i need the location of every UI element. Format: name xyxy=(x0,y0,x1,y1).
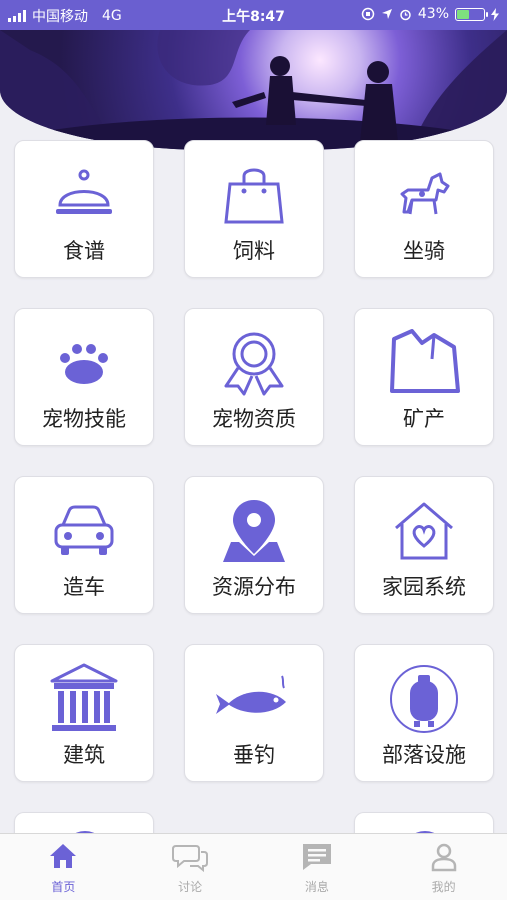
grid-card-label: 资源分布 xyxy=(212,575,296,599)
grid-card-label: 矿产 xyxy=(403,407,445,431)
tab-home[interactable]: 首页 xyxy=(0,834,127,900)
grid-card-label: 建筑 xyxy=(63,743,105,767)
tab-label: 讨论 xyxy=(178,880,203,894)
grid-card-minerals[interactable]: 矿产 xyxy=(354,308,494,446)
home-icon xyxy=(0,842,127,874)
grid-card-pet-aptitude[interactable]: 宠物资质 xyxy=(184,308,324,446)
charging-bolt-icon xyxy=(491,7,499,21)
chat-bubbles-icon xyxy=(127,842,254,874)
user-icon xyxy=(380,842,507,874)
grid-card-label: 部落设施 xyxy=(382,743,466,767)
grid-card-home-system[interactable]: 家园系统 xyxy=(354,476,494,614)
car-icon xyxy=(15,497,153,565)
tab-discussion[interactable]: 讨论 xyxy=(127,834,254,900)
tab-messages[interactable]: 消息 xyxy=(254,834,381,900)
grid-card-build-car[interactable]: 造车 xyxy=(14,476,154,614)
grid-card-tribe-facilities[interactable]: 部落设施 xyxy=(354,644,494,782)
alarm-icon xyxy=(400,9,411,20)
grid-card-label: 宠物资质 xyxy=(212,407,296,431)
grid-card-feed[interactable]: 饲料 xyxy=(184,140,324,278)
award-ribbon-icon xyxy=(185,329,323,397)
battery-percent: 43% xyxy=(417,6,449,22)
grid-card-mounts[interactable]: 坐骑 xyxy=(354,140,494,278)
shopping-bag-icon xyxy=(185,161,323,229)
grid-card-pet-skills[interactable]: 宠物技能 xyxy=(14,308,154,446)
message-icon xyxy=(254,842,381,874)
grid-card-label: 家园系统 xyxy=(382,575,466,599)
grid-card-label: 食谱 xyxy=(63,239,105,263)
banner-image[interactable] xyxy=(0,30,507,150)
grid-card-label: 坐骑 xyxy=(403,239,445,263)
grid-card-buildings[interactable]: 建筑 xyxy=(14,644,154,782)
grid-card-resource-map[interactable]: 资源分布 xyxy=(184,476,324,614)
paw-icon xyxy=(15,329,153,397)
grid-card-label: 垂钓 xyxy=(233,743,275,767)
map-pin-icon xyxy=(185,497,323,565)
grid-card-label: 饲料 xyxy=(233,239,275,263)
barrel-icon xyxy=(355,665,493,733)
grid-card-fishing[interactable]: 垂钓 xyxy=(184,644,324,782)
battery-icon xyxy=(455,7,488,21)
fish-icon xyxy=(185,665,323,733)
tab-profile[interactable]: 我的 xyxy=(380,834,507,900)
location-arrow-icon xyxy=(381,9,392,19)
tab-label: 首页 xyxy=(51,880,76,894)
tab-bar: 首页 讨论 消息 我的 xyxy=(0,833,507,900)
tab-label: 消息 xyxy=(304,880,329,894)
grid-card-label: 造车 xyxy=(63,575,105,599)
grid-card-recipes[interactable]: 食谱 xyxy=(14,140,154,278)
home-heart-icon xyxy=(355,497,493,565)
cloche-icon xyxy=(15,161,153,229)
orientation-lock-icon xyxy=(361,7,375,21)
status-bar: 中国移动 4G 上午8:47 43% xyxy=(0,0,507,30)
horse-icon xyxy=(355,161,493,229)
tab-label: 我的 xyxy=(431,880,456,894)
rock-icon xyxy=(355,329,493,397)
grid-card-label: 宠物技能 xyxy=(42,407,126,431)
temple-icon xyxy=(15,663,153,733)
banner-illustration xyxy=(0,30,507,150)
